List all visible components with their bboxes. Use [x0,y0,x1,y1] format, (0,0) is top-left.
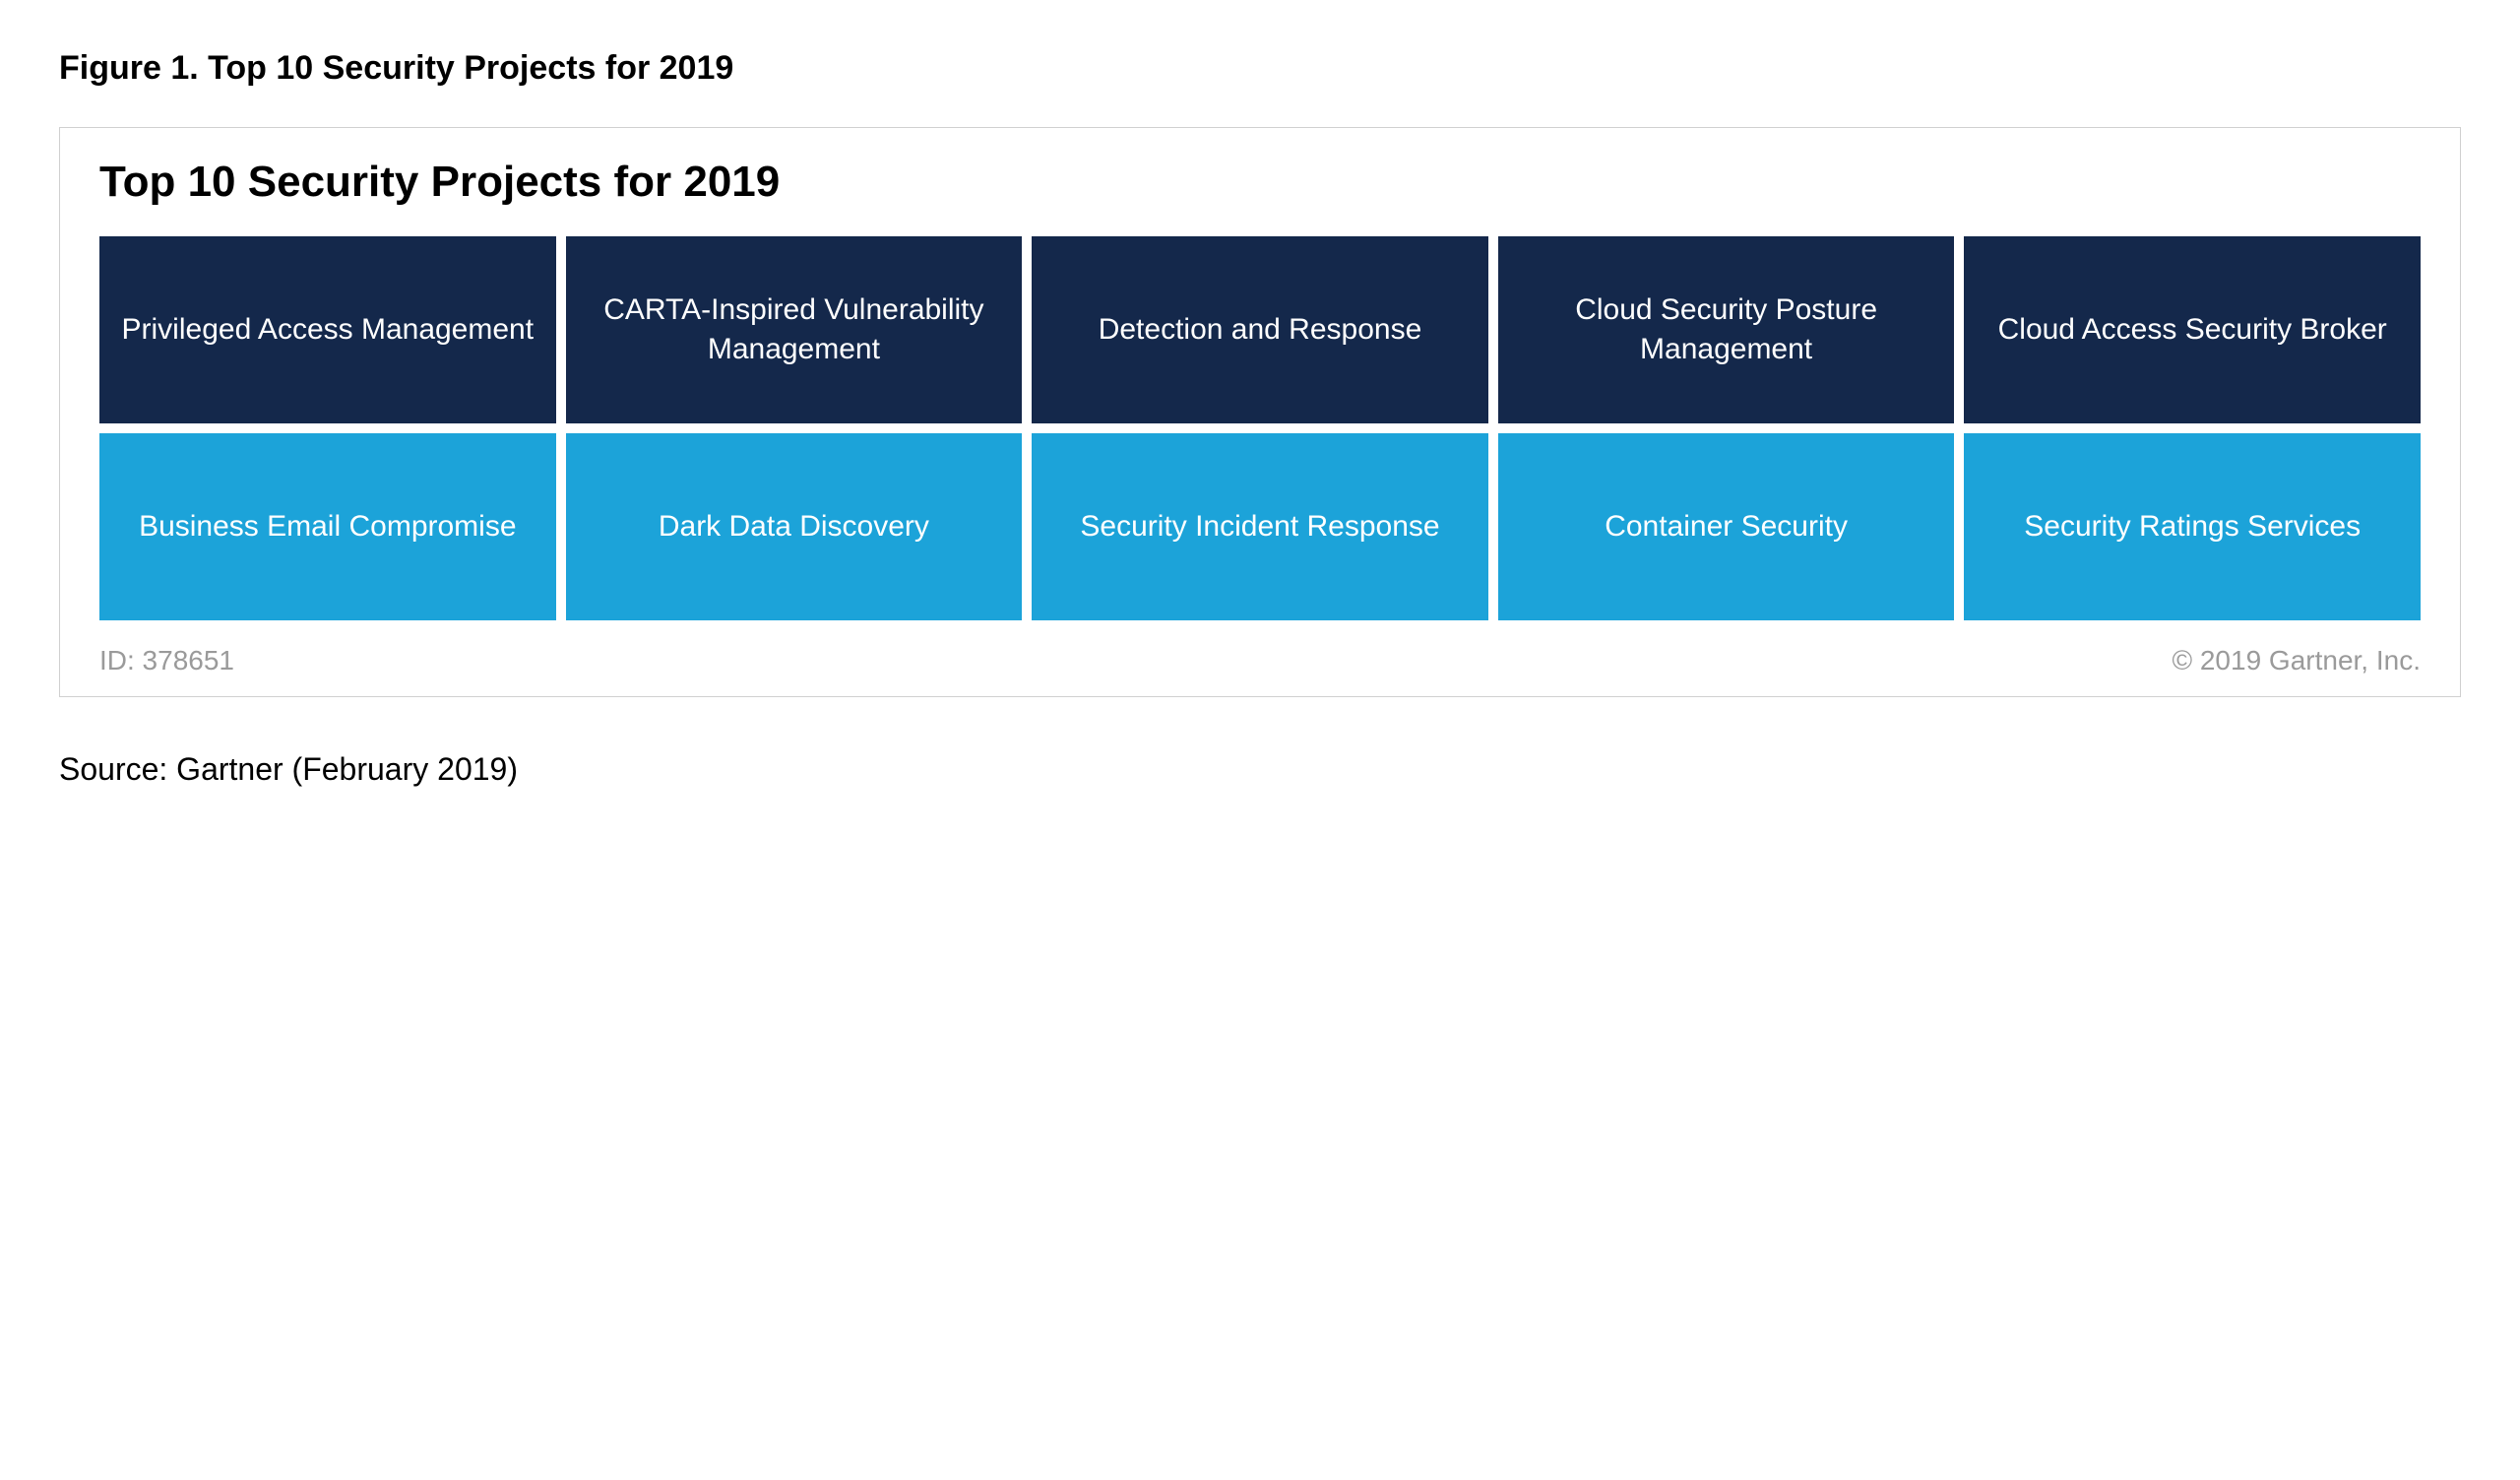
footer-id: ID: 378651 [99,645,234,676]
figure-caption: Figure 1. Top 10 Security Projects for 2… [59,49,2461,88]
chart-title: Top 10 Security Projects for 2019 [99,158,2421,207]
source-line: Source: Gartner (February 2019) [59,751,2461,788]
cell-cloud-security-posture: Cloud Security Posture Management [1498,236,1955,423]
cell-carta-vulnerability-management: CARTA-Inspired Vulnerability Management [566,236,1023,423]
cell-container-security: Container Security [1498,433,1955,620]
cell-cloud-access-security-broker: Cloud Access Security Broker [1964,236,2421,423]
chart-footer: ID: 378651 © 2019 Gartner, Inc. [99,645,2421,676]
cell-business-email-compromise: Business Email Compromise [99,433,556,620]
footer-copyright: © 2019 Gartner, Inc. [2172,645,2421,676]
cell-security-incident-response: Security Incident Response [1032,433,1488,620]
projects-grid: Privileged Access Management CARTA-Inspi… [99,236,2421,620]
cell-dark-data-discovery: Dark Data Discovery [566,433,1023,620]
cell-detection-response: Detection and Response [1032,236,1488,423]
cell-security-ratings-services: Security Ratings Services [1964,433,2421,620]
cell-privileged-access-management: Privileged Access Management [99,236,556,423]
chart-container: Top 10 Security Projects for 2019 Privil… [59,127,2461,697]
